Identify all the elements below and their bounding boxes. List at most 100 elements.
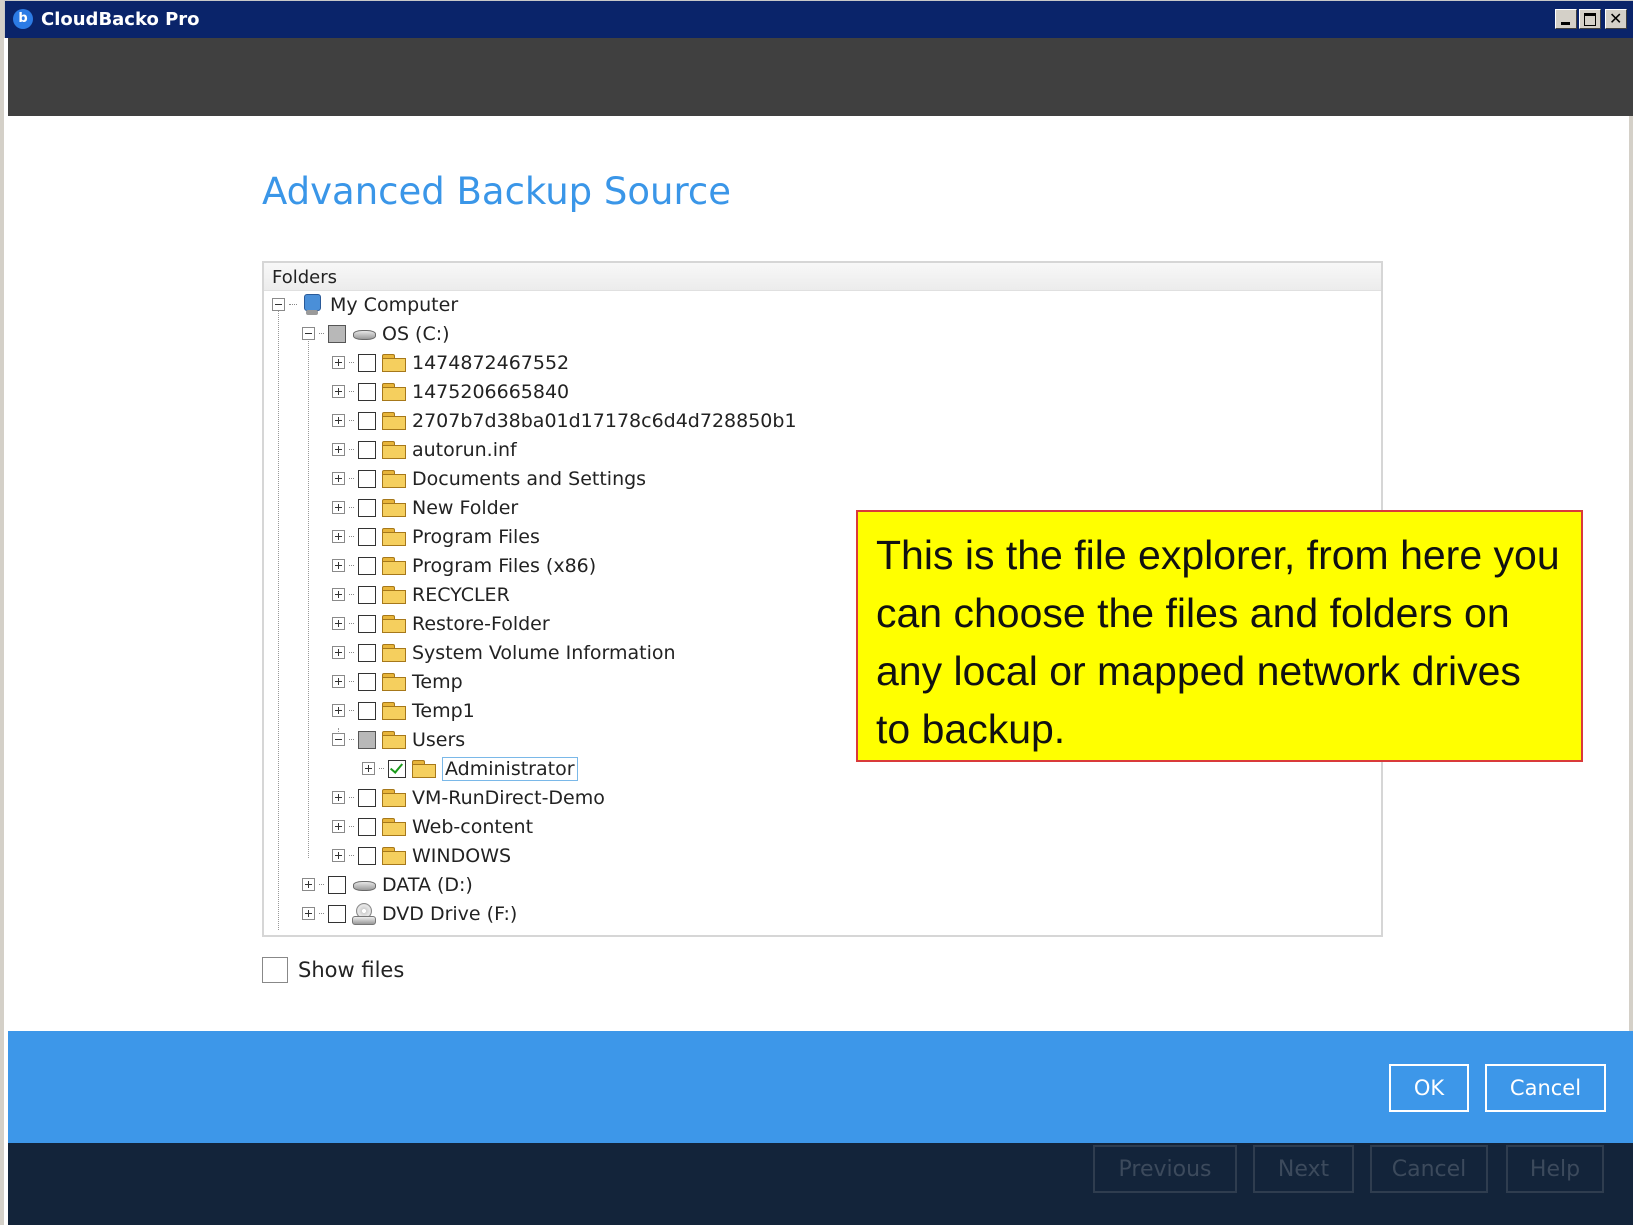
maximize-icon[interactable]: [1579, 9, 1601, 29]
tree-node-label: Temp: [412, 670, 463, 693]
folder-checkbox[interactable]: [358, 382, 376, 401]
tree-node-my-computer[interactable]: My Computer: [272, 290, 458, 319]
folder-icon: [382, 789, 406, 807]
title-bar[interactable]: b CloudBacko Pro ✕: [4, 0, 1633, 38]
tree-node-label: Program Files (x86): [412, 554, 597, 577]
tree-node-folder[interactable]: Web-content: [332, 812, 533, 841]
expand-icon[interactable]: [332, 675, 345, 688]
tree-node-folder[interactable]: Temp1: [332, 696, 475, 725]
close-icon[interactable]: ✕: [1605, 9, 1627, 29]
tree-node-folder[interactable]: Program Files: [332, 522, 540, 551]
minimize-icon[interactable]: [1555, 9, 1577, 29]
expand-icon[interactable]: [302, 878, 315, 891]
folder-checkbox[interactable]: [358, 643, 376, 662]
tree-node-folder-administrator[interactable]: Administrator: [362, 754, 578, 783]
collapse-icon[interactable]: [302, 327, 315, 340]
ok-button[interactable]: OK: [1389, 1064, 1469, 1112]
folder-checkbox[interactable]: [358, 556, 376, 575]
tree-node-folder[interactable]: Temp: [332, 667, 463, 696]
drive-c-checkbox[interactable]: [328, 324, 346, 343]
expand-icon[interactable]: [362, 762, 375, 775]
folder-checkbox[interactable]: [358, 817, 376, 836]
folder-icon: [382, 470, 406, 488]
tree-node-folder[interactable]: 1474872467552: [332, 348, 569, 377]
expand-icon[interactable]: [332, 791, 345, 804]
expand-icon[interactable]: [302, 907, 315, 920]
annotation-callout: This is the file explorer, from here you…: [856, 510, 1583, 762]
previous-button[interactable]: Previous: [1093, 1145, 1237, 1193]
tree-node-label: System Volume Information: [412, 641, 676, 664]
folder-icon: [382, 615, 406, 633]
folder-checkbox[interactable]: [358, 527, 376, 546]
expand-icon[interactable]: [332, 820, 345, 833]
folder-icon: [382, 586, 406, 604]
folder-checkbox[interactable]: [358, 585, 376, 604]
show-files-option[interactable]: Show files: [262, 957, 404, 983]
expand-icon[interactable]: [332, 472, 345, 485]
folder-checkbox[interactable]: [358, 846, 376, 865]
tree-node-label: OS (C:): [382, 322, 450, 345]
tree-node-folder[interactable]: 2707b7d38ba01d17178c6d4d728850b1: [332, 406, 797, 435]
collapse-icon[interactable]: [332, 733, 345, 746]
folder-icon: [382, 673, 406, 691]
tree-node-folder[interactable]: WINDOWS: [332, 841, 511, 870]
folder-checkbox[interactable]: [358, 411, 376, 430]
expand-icon[interactable]: [332, 704, 345, 717]
folder-checkbox[interactable]: [358, 469, 376, 488]
folder-checkbox[interactable]: [388, 759, 406, 778]
tree-node-folder[interactable]: 1475206665840: [332, 377, 569, 406]
folder-checkbox[interactable]: [358, 353, 376, 372]
tree-header-label: Folders: [272, 267, 338, 288]
next-button[interactable]: Next: [1253, 1145, 1354, 1193]
tree-node-folder[interactable]: Restore-Folder: [332, 609, 550, 638]
expand-icon[interactable]: [332, 849, 345, 862]
tree-node-folder[interactable]: VM-RunDirect-Demo: [332, 783, 605, 812]
folder-checkbox[interactable]: [358, 701, 376, 720]
collapse-icon[interactable]: [272, 298, 285, 311]
expand-icon[interactable]: [332, 443, 345, 456]
tree-node-label: Administrator: [442, 756, 578, 781]
app-window: b CloudBacko Pro ✕ Advanced Backup Sourc…: [0, 0, 1633, 1225]
expand-icon[interactable]: [332, 414, 345, 427]
folder-icon: [382, 557, 406, 575]
help-button[interactable]: Help: [1506, 1145, 1604, 1193]
expand-icon[interactable]: [332, 646, 345, 659]
tree-node-folder[interactable]: RECYCLER: [332, 580, 510, 609]
header-band: [8, 38, 1633, 116]
tree-node-drive-d[interactable]: DATA (D:): [302, 870, 473, 899]
tree-node-label: Documents and Settings: [412, 467, 647, 490]
expand-icon[interactable]: [332, 501, 345, 514]
folder-icon: [412, 760, 436, 778]
expand-icon[interactable]: [332, 588, 345, 601]
folder-icon: [382, 731, 406, 749]
wizard-cancel-button[interactable]: Cancel: [1370, 1145, 1488, 1193]
expand-icon[interactable]: [332, 356, 345, 369]
folder-icon: [382, 528, 406, 546]
expand-icon[interactable]: [332, 617, 345, 630]
folder-checkbox[interactable]: [358, 730, 376, 749]
drive-d-checkbox[interactable]: [328, 875, 346, 894]
folder-checkbox[interactable]: [358, 788, 376, 807]
tree-node-folder[interactable]: Documents and Settings: [332, 464, 646, 493]
folder-icon: [382, 818, 406, 836]
folder-checkbox[interactable]: [358, 614, 376, 633]
folder-icon: [382, 644, 406, 662]
tree-node-folder[interactable]: autorun.inf: [332, 435, 517, 464]
folder-checkbox[interactable]: [358, 498, 376, 517]
tree-guide-line: [278, 310, 279, 930]
tree-node-drive-f[interactable]: DVD Drive (F:): [302, 899, 517, 928]
cancel-button[interactable]: Cancel: [1485, 1064, 1606, 1112]
expand-icon[interactable]: [332, 530, 345, 543]
tree-node-drive-c[interactable]: OS (C:): [302, 319, 450, 348]
expand-icon[interactable]: [332, 385, 345, 398]
expand-icon[interactable]: [332, 559, 345, 572]
drive-f-checkbox[interactable]: [328, 904, 346, 923]
tree-node-folder-users[interactable]: Users: [332, 725, 465, 754]
folder-checkbox[interactable]: [358, 440, 376, 459]
tree-node-folder[interactable]: New Folder: [332, 493, 518, 522]
folder-checkbox[interactable]: [358, 672, 376, 691]
tree-node-folder[interactable]: System Volume Information: [332, 638, 676, 667]
show-files-checkbox[interactable]: [262, 957, 288, 983]
tree-node-label: Temp1: [412, 699, 475, 722]
tree-node-folder[interactable]: Program Files (x86): [332, 551, 596, 580]
